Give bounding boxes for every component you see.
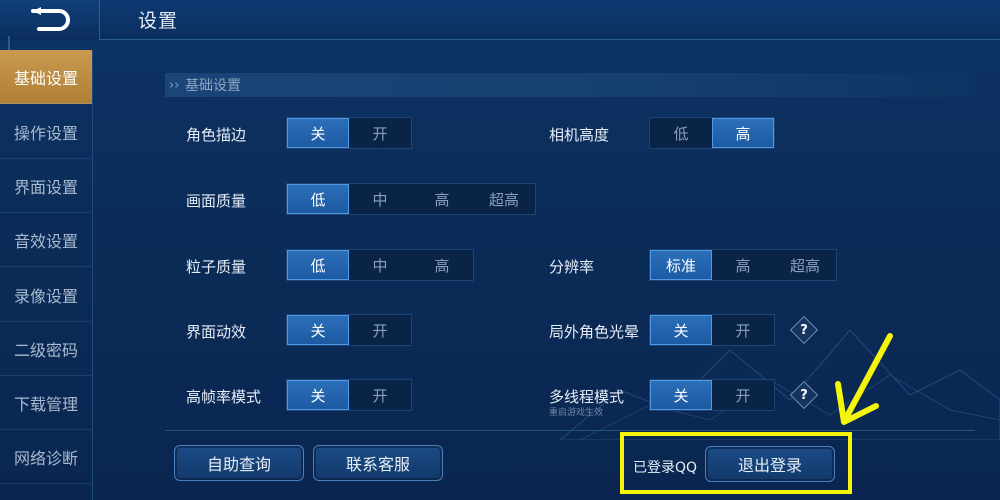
- setting-label-camera-height: 相机高度: [549, 126, 610, 144]
- multithread-option-off[interactable]: 关: [650, 380, 712, 410]
- high-fps-option-off[interactable]: 关: [287, 380, 349, 410]
- setting-label-graphics-quality: 画面质量: [186, 192, 247, 210]
- annotation-highlight-box: [620, 432, 852, 494]
- question-mark-icon: ?: [800, 322, 808, 338]
- sidebar-item-label: 二级密码: [13, 340, 78, 360]
- sidebar-item-recording[interactable]: 录像设置: [0, 268, 92, 322]
- camera-height-toggle: 低 高: [649, 117, 775, 149]
- settings-screen: 设置 基础设置 操作设置 界面设置 音效设置 录像设置 二级密码 下载管理 网络…: [0, 0, 1000, 500]
- camera-height-option-high[interactable]: 高: [712, 118, 774, 148]
- sidebar-item-controls[interactable]: 操作设置: [0, 105, 92, 159]
- self-help-button[interactable]: 自助查询: [174, 445, 304, 481]
- particle-option-high[interactable]: 高: [411, 250, 473, 280]
- sidebar-item-label: 音效设置: [13, 231, 78, 251]
- sidebar-item-label: 操作设置: [13, 123, 78, 143]
- outside-glow-option-off[interactable]: 关: [650, 315, 712, 345]
- outside-glow-option-on[interactable]: 开: [712, 315, 774, 345]
- sidebar-divider: [92, 50, 93, 500]
- sidebar-item-label: 录像设置: [13, 286, 78, 306]
- question-mark-icon: ?: [800, 387, 808, 403]
- graphics-option-ultra[interactable]: 超高: [473, 184, 535, 214]
- particle-option-low[interactable]: 低: [287, 250, 349, 280]
- setting-label-ui-animation: 界面动效: [186, 323, 247, 341]
- outline-option-on[interactable]: 开: [349, 118, 411, 148]
- resolution-option-high[interactable]: 高: [712, 250, 774, 280]
- setting-label-outline: 角色描边: [186, 126, 247, 144]
- header-bar: 设置: [0, 0, 1000, 40]
- resolution-option-ultra[interactable]: 超高: [774, 250, 836, 280]
- ui-animation-toggle: 关 开: [286, 314, 412, 346]
- section-header: ›› 基础设置: [165, 73, 975, 97]
- sidebar-item-label: 网络诊断: [13, 448, 78, 468]
- setting-label-outside-glow: 局外角色光晕: [549, 323, 640, 341]
- back-button[interactable]: [0, 0, 100, 40]
- sidebar-item-label: 下载管理: [13, 394, 78, 414]
- sidebar-item-label: 基础设置: [13, 68, 78, 88]
- outside-glow-toggle: 关 开: [649, 314, 775, 346]
- annotation-arrow-icon: [835, 333, 893, 425]
- particle-option-medium[interactable]: 中: [349, 250, 411, 280]
- setting-label-particle-quality: 粒子质量: [186, 258, 247, 276]
- outline-option-off[interactable]: 关: [287, 118, 349, 148]
- graphics-quality-selector: 低 中 高 超高: [286, 183, 536, 215]
- ui-animation-option-on[interactable]: 开: [349, 315, 411, 345]
- page-title: 设置: [138, 10, 179, 32]
- footer-divider: [165, 430, 975, 431]
- chevron-right-icon: ››: [169, 77, 180, 93]
- contact-support-button[interactable]: 联系客服: [313, 445, 443, 481]
- section-title: 基础设置: [185, 78, 241, 94]
- setting-label-high-fps: 高帧率模式: [186, 388, 262, 406]
- setting-label-resolution: 分辨率: [549, 258, 595, 276]
- sidebar-item-interface[interactable]: 界面设置: [0, 159, 92, 213]
- resolution-selector: 标准 高 超高: [649, 249, 837, 281]
- setting-label-multithread: 多线程模式: [549, 388, 625, 406]
- high-fps-toggle: 关 开: [286, 379, 412, 411]
- back-arrow-icon: [30, 7, 70, 31]
- sidebar-item-secondary-password[interactable]: 二级密码: [0, 322, 92, 376]
- sidebar-item-basic[interactable]: 基础设置: [0, 50, 92, 104]
- multithread-hint: 重启游戏生效: [549, 408, 604, 418]
- multithread-option-on[interactable]: 开: [712, 380, 774, 410]
- sidebar-item-label: 界面设置: [13, 177, 78, 197]
- outline-toggle: 关 开: [286, 117, 412, 149]
- multithread-toggle: 关 开: [649, 379, 775, 411]
- particle-quality-selector: 低 中 高: [286, 249, 474, 281]
- sidebar-item-audio[interactable]: 音效设置: [0, 213, 92, 267]
- camera-height-option-low[interactable]: 低: [650, 118, 712, 148]
- resolution-option-standard[interactable]: 标准: [650, 250, 712, 280]
- high-fps-option-on[interactable]: 开: [349, 380, 411, 410]
- graphics-option-low[interactable]: 低: [287, 184, 349, 214]
- sidebar: 基础设置 操作设置 界面设置 音效设置 录像设置 二级密码 下载管理 网络诊断: [0, 50, 92, 500]
- ui-animation-option-off[interactable]: 关: [287, 315, 349, 345]
- sidebar-item-network[interactable]: 网络诊断: [0, 430, 92, 484]
- graphics-option-medium[interactable]: 中: [349, 184, 411, 214]
- sidebar-item-downloads[interactable]: 下载管理: [0, 376, 92, 430]
- graphics-option-high[interactable]: 高: [411, 184, 473, 214]
